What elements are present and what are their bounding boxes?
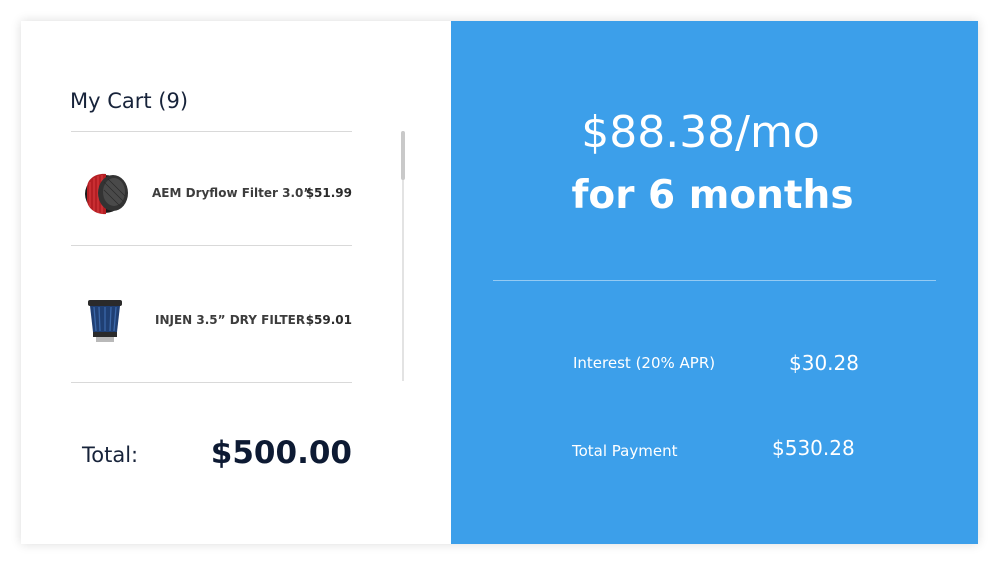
cart-item-price: $51.99 (305, 186, 352, 200)
cart-item-price: $59.01 (305, 313, 352, 327)
blue-air-filter-image (88, 300, 122, 342)
cart-scrollbar-thumb[interactable] (401, 131, 405, 180)
cart-title: My Cart (9) (70, 89, 189, 113)
red-air-filter-image (85, 173, 128, 215)
financing-divider (493, 280, 936, 281)
interest-value: $30.28 (789, 351, 859, 375)
total-payment-label: Total Payment (572, 442, 678, 460)
total-payment-value: $530.28 (772, 436, 855, 460)
total-label: Total: (82, 443, 139, 467)
cart-scrollbar[interactable] (401, 131, 405, 381)
cart-item[interactable]: AEM Dryflow Filter 3.0” $51.99 (71, 132, 352, 246)
checkout-card: My Cart (9) AEM Dryflow Filter 3.0” $51.… (21, 21, 978, 544)
payment-duration: for 6 months (571, 173, 854, 218)
cart-item[interactable]: INJEN 3.5” DRY FILTER $59.01 (71, 246, 352, 383)
cart-item-name: INJEN 3.5” DRY FILTER (155, 313, 306, 327)
cart-item-list[interactable]: AEM Dryflow Filter 3.0” $51.99 INJEN 3.5… (71, 131, 352, 383)
monthly-payment: $88.38/mo (581, 107, 820, 158)
interest-label: Interest (20% APR) (573, 354, 716, 372)
cart-panel: My Cart (9) AEM Dryflow Filter 3.0” $51.… (21, 21, 451, 544)
financing-panel: $88.38/mo for 6 months Interest (20% APR… (451, 21, 978, 544)
cart-item-name: AEM Dryflow Filter 3.0” (152, 186, 312, 200)
total-value: $500.00 (210, 435, 352, 471)
